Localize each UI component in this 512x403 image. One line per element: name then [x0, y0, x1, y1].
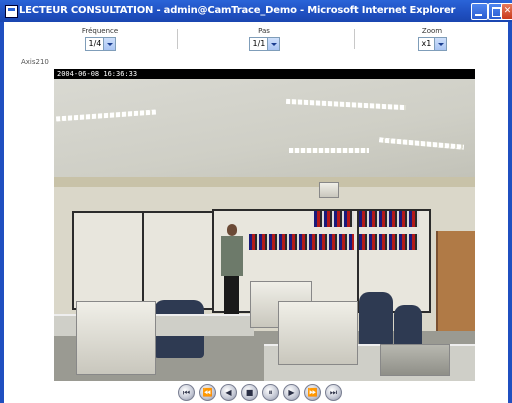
- zoom-label: Zoom: [421, 27, 443, 35]
- zoom-value: x1: [421, 39, 432, 48]
- first-frame-button[interactable]: ⏮: [178, 384, 195, 401]
- stop-icon: ■: [245, 388, 254, 397]
- scene-beam: [54, 177, 475, 187]
- divider: [177, 29, 178, 49]
- scene-ceiling: [54, 79, 475, 179]
- scene-chair: [359, 292, 393, 347]
- camera-name: Axis210: [21, 58, 49, 66]
- chevron-down-icon: [102, 38, 115, 50]
- step-back-icon: ◀: [225, 388, 232, 397]
- step-back-button[interactable]: ◀: [220, 384, 237, 401]
- scene-device: [380, 344, 450, 376]
- zoom-select[interactable]: x1: [417, 37, 447, 51]
- zoom-control: Zoom x1: [412, 27, 452, 51]
- frequence-select[interactable]: 1/4: [84, 37, 116, 51]
- pause-button[interactable]: ⏸: [262, 384, 279, 401]
- ie-icon: [5, 5, 18, 18]
- stop-button[interactable]: ■: [241, 384, 258, 401]
- title-bar: LECTEUR CONSULTATION - admin@CamTrace_De…: [0, 0, 512, 22]
- fast-forward-button[interactable]: ⏩: [304, 384, 321, 401]
- frequence-control: Fréquence 1/4: [80, 27, 120, 51]
- close-button[interactable]: ✕: [501, 3, 512, 20]
- fast-rewind-button[interactable]: ⏪: [199, 384, 216, 401]
- pas-control: Pas 1/1: [244, 27, 284, 51]
- skip-end-icon: ⏭: [329, 388, 338, 397]
- chevron-down-icon: [266, 38, 279, 50]
- play-icon: ▶: [288, 388, 295, 397]
- scene-person: [219, 224, 245, 319]
- minimize-button[interactable]: [471, 3, 488, 20]
- browser-window: LECTEUR CONSULTATION - admin@CamTrace_De…: [0, 0, 512, 403]
- fast-rewind-icon: ⏪: [202, 388, 213, 397]
- divider: [354, 29, 355, 49]
- scene-books: [314, 211, 354, 227]
- video-frame[interactable]: 2004-06-08 16:36:33: [54, 69, 475, 381]
- video-timestamp: 2004-06-08 16:36:33: [57, 70, 138, 78]
- window-frame-left: [0, 22, 4, 403]
- scene-ceiling-light: [289, 148, 369, 153]
- window-frame-right: [508, 22, 512, 403]
- scene-shelf: [72, 211, 146, 310]
- pas-value: 1/1: [252, 39, 266, 48]
- scene-crt-monitor: [76, 301, 156, 375]
- window-title: LECTEUR CONSULTATION - admin@CamTrace_De…: [19, 5, 456, 16]
- fast-forward-icon: ⏩: [307, 388, 318, 397]
- scene-shelf: [142, 211, 216, 310]
- frequence-label: Fréquence: [81, 27, 119, 35]
- scene-books: [359, 211, 419, 227]
- scene-books: [359, 234, 419, 250]
- chevron-down-icon: [433, 38, 446, 50]
- pas-label: Pas: [258, 27, 270, 35]
- scene-crt-monitor: [278, 301, 358, 365]
- scene-books: [249, 234, 354, 250]
- frequence-value: 1/4: [88, 39, 102, 48]
- close-icon: ✕: [503, 6, 512, 16]
- pas-select[interactable]: 1/1: [248, 37, 280, 51]
- last-frame-button[interactable]: ⏭: [325, 384, 342, 401]
- scene-small-monitor: [319, 182, 339, 198]
- skip-start-icon: ⏮: [182, 388, 191, 397]
- play-button[interactable]: ▶: [283, 384, 300, 401]
- timestamp-bar: 2004-06-08 16:36:33: [54, 69, 475, 79]
- pause-icon: ⏸: [268, 388, 273, 397]
